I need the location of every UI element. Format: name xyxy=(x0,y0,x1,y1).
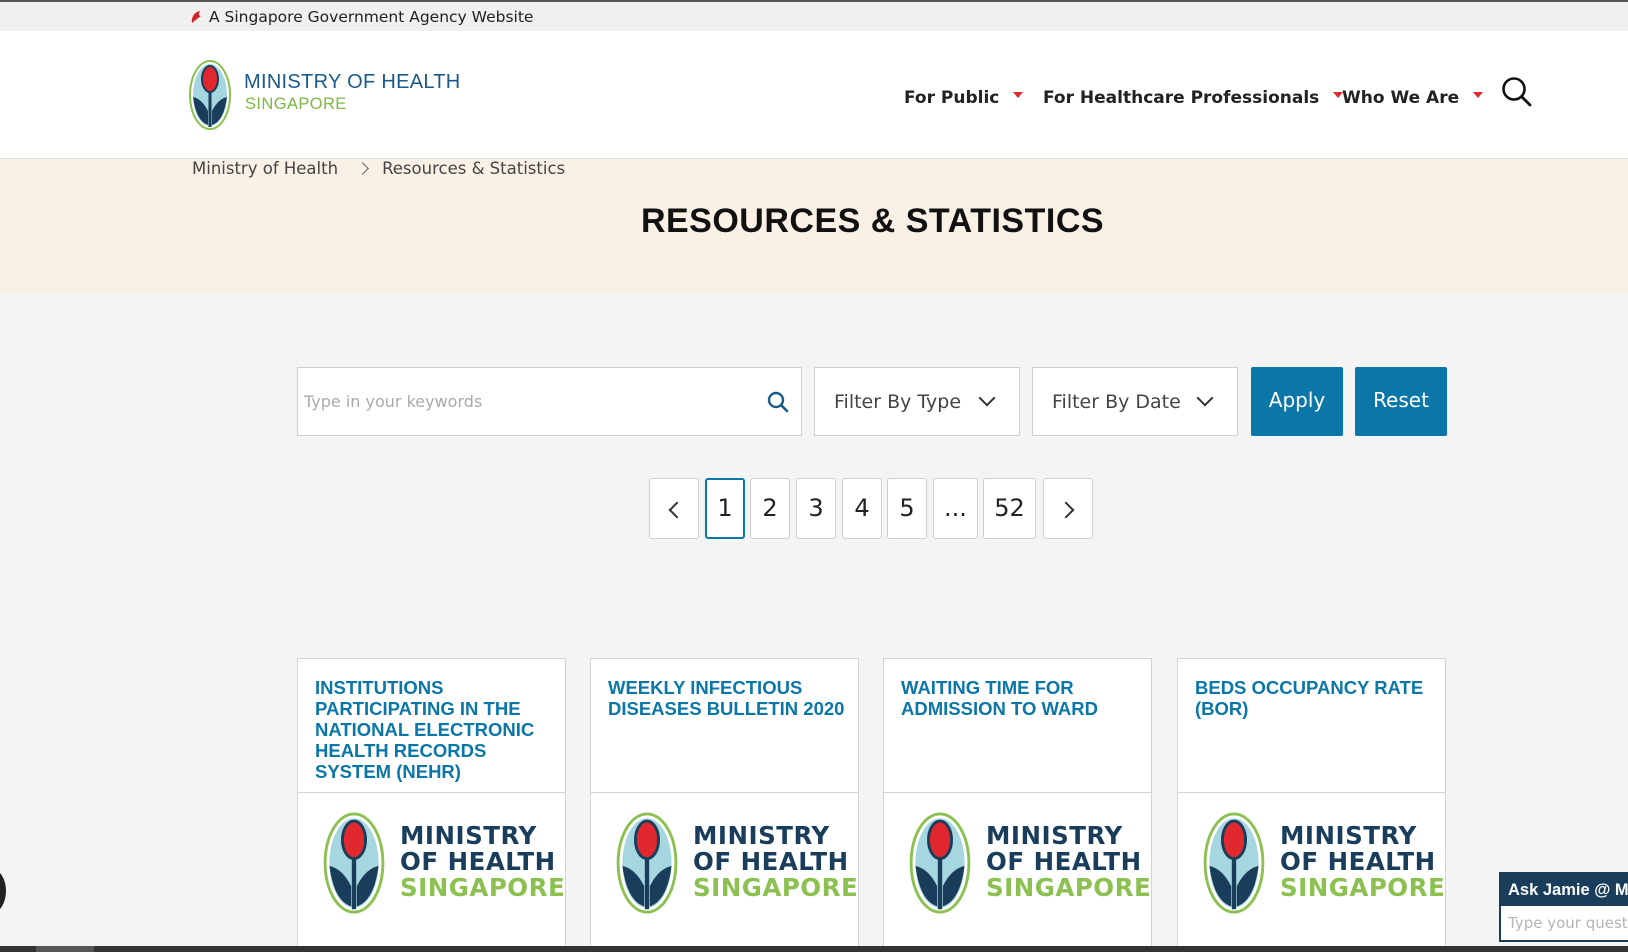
card-logo-line-3: SINGAPORE xyxy=(400,873,566,902)
nav-for-public[interactable]: For Public xyxy=(904,83,1024,113)
breadcrumb-current: Resources & Statistics xyxy=(382,159,566,178)
logo-line-1: MINISTRY OF HEALTH xyxy=(244,71,461,93)
card-title[interactable]: INSTITUTIONS PARTICIPATING IN THE NATION… xyxy=(315,677,555,782)
prev-page-button[interactable] xyxy=(649,478,699,539)
page-title: RESOURCES & STATISTICS xyxy=(640,202,1105,240)
resource-card[interactable]: INSTITUTIONS PARTICIPATING IN THE NATION… xyxy=(297,658,566,952)
caret-down-icon xyxy=(1013,92,1024,98)
apply-button[interactable]: Apply xyxy=(1251,367,1343,436)
scrollbar-thumb[interactable] xyxy=(36,946,94,952)
filter-by-date-select[interactable]: Filter By Date xyxy=(1032,367,1238,436)
moh-emblem-icon xyxy=(616,812,678,914)
site-header: MINISTRY OF HEALTH SINGAPORE For Public … xyxy=(0,31,1628,159)
lion-head-icon xyxy=(191,11,201,23)
moh-emblem-icon xyxy=(323,812,385,914)
card-title[interactable]: WEEKLY INFECTIOUS DISEASES BULLETIN 2020 xyxy=(608,677,848,719)
resource-card[interactable]: WEEKLY INFECTIOUS DISEASES BULLETIN 2020… xyxy=(590,658,859,952)
card-logo-line-3: SINGAPORE xyxy=(986,873,1152,902)
chevron-left-icon xyxy=(668,501,685,519)
next-page-button[interactable] xyxy=(1043,478,1093,539)
search-icon[interactable] xyxy=(1500,75,1534,109)
nav-label: For Public xyxy=(904,88,1000,108)
resource-card[interactable]: BEDS OCCUPANCY RATE (BOR) MINISTRY OF HE… xyxy=(1177,658,1446,952)
card-moh-logo: MINISTRY OF HEALTH SINGAPORE xyxy=(908,811,1151,921)
search-input[interactable] xyxy=(304,368,744,435)
moh-emblem-icon xyxy=(909,812,971,914)
card-logo-line-3: SINGAPORE xyxy=(1280,873,1446,902)
page-button-5[interactable]: 5 xyxy=(887,478,927,539)
page-button-4[interactable]: 4 xyxy=(842,478,882,539)
card-logo-line-1: MINISTRY xyxy=(1280,821,1417,850)
nav-label: Who We Are xyxy=(1342,88,1460,108)
card-divider xyxy=(298,792,565,793)
breadcrumb-home[interactable]: Ministry of Health xyxy=(192,159,338,178)
search-icon[interactable] xyxy=(766,390,790,414)
page-button-1[interactable]: 1 xyxy=(705,478,745,539)
keyword-search-field[interactable] xyxy=(297,367,802,436)
card-logo-line-2: OF HEALTH xyxy=(1280,847,1436,876)
filter-type-label: Filter By Type xyxy=(834,391,962,413)
moh-emblem-icon xyxy=(189,60,231,130)
chevron-down-icon xyxy=(1196,389,1214,407)
masthead-text: A Singapore Government Agency Website xyxy=(209,8,534,26)
gov-masthead: A Singapore Government Agency Website xyxy=(0,0,1628,31)
page-button-52[interactable]: 52 xyxy=(983,478,1036,539)
card-logo-line-1: MINISTRY xyxy=(400,821,537,850)
floating-button[interactable] xyxy=(0,869,6,913)
breadcrumb: Ministry of Health Resources & Statistic… xyxy=(192,159,565,178)
card-moh-logo: MINISTRY OF HEALTH SINGAPORE xyxy=(1202,811,1445,921)
card-logo-line-3: SINGAPORE xyxy=(693,873,859,902)
moh-emblem-icon xyxy=(1203,812,1265,914)
card-logo-line-1: MINISTRY xyxy=(986,821,1123,850)
filter-date-label: Filter By Date xyxy=(1052,391,1181,413)
card-logo-line-1: MINISTRY xyxy=(693,821,830,850)
card-moh-logo: MINISTRY OF HEALTH SINGAPORE xyxy=(322,811,565,921)
nav-label: For Healthcare Professionals xyxy=(1043,88,1320,108)
page-ellipsis: ... xyxy=(933,478,978,539)
card-logo-line-2: OF HEALTH xyxy=(693,847,849,876)
card-title[interactable]: WAITING TIME FOR ADMISSION TO WARD xyxy=(901,677,1141,719)
ask-jamie-chat-widget[interactable]: Ask Jamie @ M xyxy=(1499,872,1628,942)
page-button-3[interactable]: 3 xyxy=(796,478,836,539)
filter-by-type-select[interactable]: Filter By Type xyxy=(814,367,1020,436)
reset-button[interactable]: Reset xyxy=(1355,367,1447,436)
chevron-down-icon xyxy=(978,389,996,407)
page-button-2[interactable]: 2 xyxy=(750,478,790,539)
card-divider xyxy=(884,792,1151,793)
horizontal-scrollbar[interactable] xyxy=(0,946,1628,952)
chat-question-input[interactable] xyxy=(1508,910,1628,936)
card-title[interactable]: BEDS OCCUPANCY RATE (BOR) xyxy=(1195,677,1435,719)
card-moh-logo: MINISTRY OF HEALTH SINGAPORE xyxy=(615,811,858,921)
card-logo-line-2: OF HEALTH xyxy=(400,847,556,876)
nav-for-healthcare-professionals[interactable]: For Healthcare Professionals xyxy=(1043,83,1344,113)
page-banner: Ministry of Health Resources & Statistic… xyxy=(0,159,1628,293)
moh-logo[interactable]: MINISTRY OF HEALTH SINGAPORE xyxy=(188,59,468,133)
nav-who-we-are[interactable]: Who We Are xyxy=(1342,83,1484,113)
caret-down-icon xyxy=(1473,92,1484,98)
card-divider xyxy=(1178,792,1445,793)
chevron-right-icon xyxy=(1057,501,1074,519)
logo-line-2: SINGAPORE xyxy=(245,95,347,113)
card-logo-line-2: OF HEALTH xyxy=(986,847,1142,876)
resource-card[interactable]: WAITING TIME FOR ADMISSION TO WARD MINIS… xyxy=(883,658,1152,952)
card-divider xyxy=(591,792,858,793)
chat-title: Ask Jamie @ M xyxy=(1501,874,1628,906)
chevron-right-icon xyxy=(356,162,369,175)
